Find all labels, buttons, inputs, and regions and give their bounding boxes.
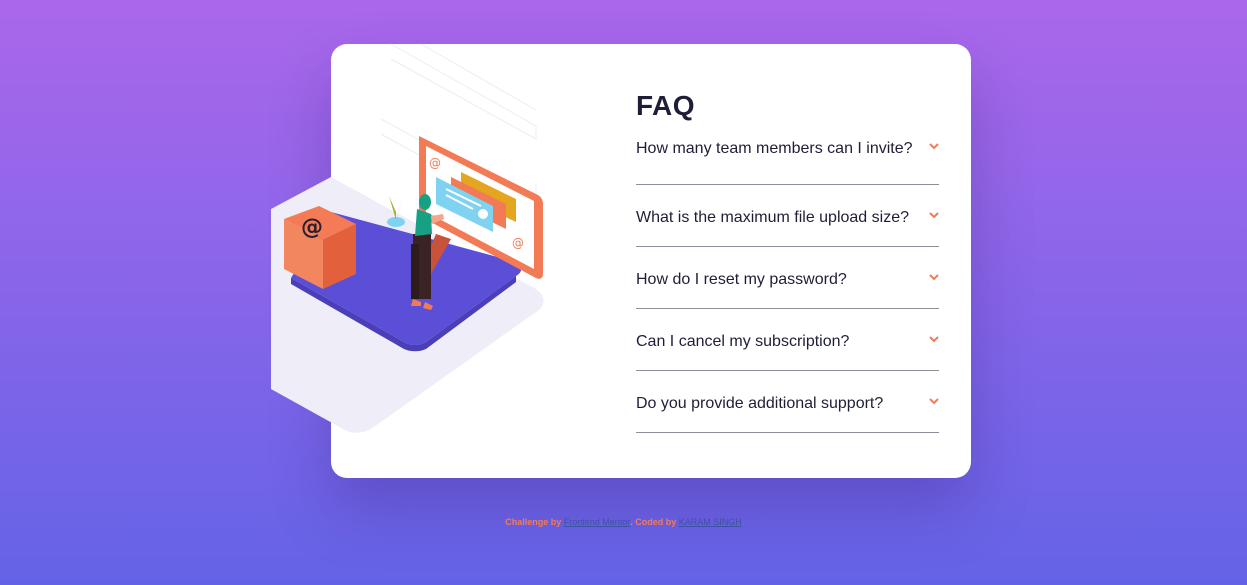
woman-online-illustration: @ @ @ <box>271 43 544 433</box>
page-title: FAQ <box>636 90 696 121</box>
author-link[interactable]: KARAM SINGH <box>679 517 742 527</box>
faq-item[interactable]: What is the maximum file upload size? <box>636 185 939 247</box>
faq-section: FAQ How many team members can I invite? … <box>636 90 939 433</box>
faq-item[interactable]: How many team members can I invite? <box>636 140 939 185</box>
faq-question[interactable]: Do you provide additional support? <box>636 395 883 413</box>
attribution: Challenge by Frontend Mentor. Coded by K… <box>0 517 1247 527</box>
faq-item[interactable]: Do you provide additional support? <box>636 371 939 433</box>
faq-question[interactable]: What is the maximum file upload size? <box>636 209 909 227</box>
attribution-middle: . Coded by <box>630 517 679 527</box>
svg-text:@: @ <box>301 215 323 240</box>
faq-question[interactable]: How do I reset my password? <box>636 271 847 289</box>
chevron-down-icon[interactable] <box>929 274 939 281</box>
faq-question[interactable]: How many team members can I invite? <box>636 140 913 158</box>
challenge-link[interactable]: Frontend Mentor <box>564 517 631 527</box>
chevron-down-icon[interactable] <box>929 212 939 219</box>
faq-card: @ @ @ FAQ How many team members can I in… <box>271 43 971 478</box>
faq-item[interactable]: Can I cancel my subscription? <box>636 309 939 371</box>
svg-text:@: @ <box>512 236 524 250</box>
chevron-down-icon[interactable] <box>929 143 939 150</box>
faq-question[interactable]: Can I cancel my subscription? <box>636 333 849 351</box>
chevron-down-icon[interactable] <box>929 336 939 343</box>
svg-text:@: @ <box>429 156 441 170</box>
attribution-prefix: Challenge by <box>505 517 564 527</box>
chevron-down-icon[interactable] <box>929 398 939 405</box>
faq-item[interactable]: How do I reset my password? <box>636 247 939 309</box>
